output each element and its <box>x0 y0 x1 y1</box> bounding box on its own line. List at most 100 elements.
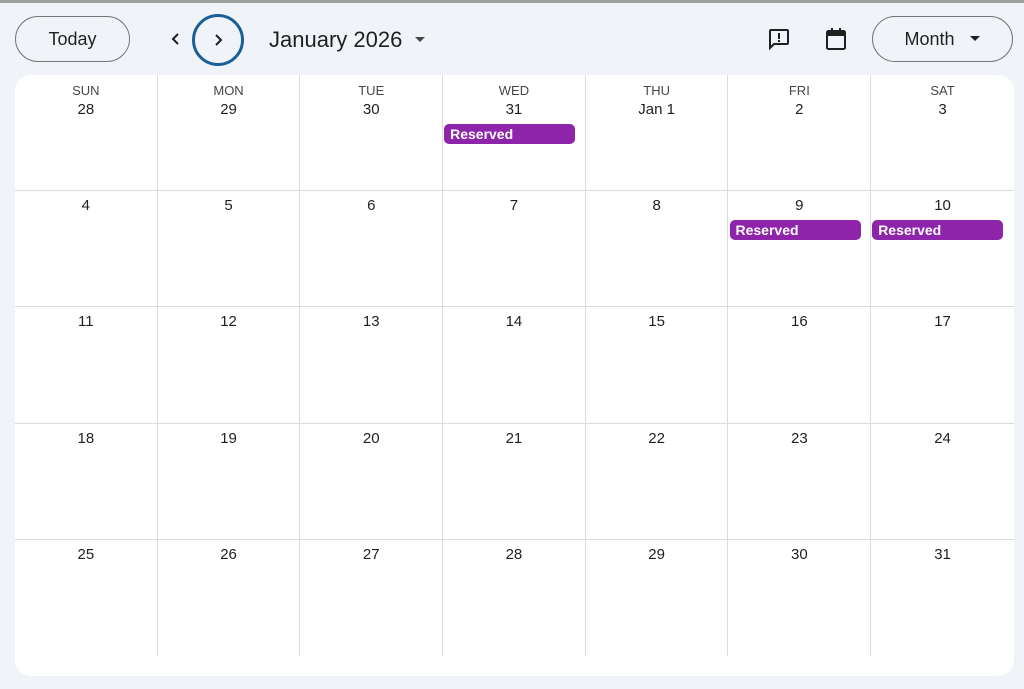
day-cell[interactable]: FRI 2 <box>729 75 872 191</box>
day-number[interactable]: 13 <box>300 313 442 330</box>
next-month-button[interactable] <box>192 14 244 66</box>
month-title: January 2026 <box>269 27 403 52</box>
calendar-toolbar: Today January 2026 Month <box>0 3 1024 75</box>
date-picker-button[interactable] <box>816 19 856 59</box>
week-row: 11 12 13 14 15 16 17 <box>15 307 1014 424</box>
day-cell[interactable]: 23 <box>729 423 872 539</box>
weekday-label: MON <box>213 83 244 98</box>
day-number[interactable]: 4 <box>15 197 157 214</box>
event-chip[interactable]: Reserved <box>444 124 576 144</box>
day-cell[interactable]: 22 <box>586 423 729 539</box>
day-cell[interactable]: 31 <box>871 540 1014 656</box>
feedback-button[interactable] <box>759 19 799 59</box>
event-chip[interactable]: Reserved <box>872 220 1004 241</box>
day-number[interactable]: 16 <box>729 313 871 330</box>
week-row: 18 19 20 21 22 23 24 <box>15 423 1014 540</box>
day-cell[interactable]: 27 <box>300 539 444 656</box>
day-cell[interactable]: 20 <box>300 423 444 539</box>
day-number[interactable]: 12 <box>158 313 300 330</box>
day-cell[interactable]: 18 <box>15 423 158 539</box>
day-number[interactable]: 14 <box>443 313 585 330</box>
weekday-label: THU <box>643 83 670 98</box>
day-cell[interactable]: 29 <box>586 539 729 656</box>
day-cell[interactable]: SUN 28 <box>15 75 158 191</box>
month-selector[interactable]: January 2026 <box>269 25 426 55</box>
caret-down-icon <box>415 37 426 42</box>
feedback-icon <box>769 29 789 51</box>
chevron-left-icon <box>171 33 179 45</box>
day-number[interactable]: 2 <box>729 101 871 118</box>
day-cell[interactable]: 16 <box>729 307 872 423</box>
day-cell[interactable]: 8 <box>586 191 729 307</box>
weekday-label: WED <box>498 83 530 98</box>
day-number[interactable]: 23 <box>729 430 871 447</box>
day-number[interactable]: 11 <box>15 313 157 330</box>
day-cell[interactable]: 17 <box>871 307 1014 422</box>
day-cell[interactable]: 25 <box>15 539 158 656</box>
day-number[interactable]: 31 <box>871 546 1014 563</box>
day-number[interactable]: 20 <box>300 430 442 447</box>
day-cell[interactable]: 7 <box>443 191 586 307</box>
chevron-right-icon <box>215 34 223 46</box>
day-number[interactable]: 22 <box>586 430 728 447</box>
month-grid: SUN 28 MON 29 TUE 30 WED 31 Reserved THU Jan 1 FRI 2… <box>15 75 1014 676</box>
week-row: 4 5 6 7 8 9 Reserved 10 Reserved <box>15 191 1014 308</box>
day-cell[interactable]: TUE 30 <box>300 75 444 191</box>
day-number[interactable]: 17 <box>871 313 1014 330</box>
day-number[interactable]: 21 <box>443 430 585 447</box>
weekday-label: TUE <box>358 83 385 98</box>
day-number[interactable]: 18 <box>15 430 157 447</box>
day-cell[interactable]: 19 <box>158 423 301 539</box>
day-number[interactable]: 6 <box>300 197 442 214</box>
day-cell[interactable]: WED 31 Reserved <box>443 75 586 191</box>
day-cell[interactable]: 12 <box>158 307 301 423</box>
day-number[interactable]: 10 <box>871 197 1014 214</box>
day-number[interactable]: 8 <box>586 197 728 214</box>
day-number[interactable]: 27 <box>300 546 442 563</box>
day-cell[interactable]: 28 <box>443 539 586 656</box>
day-number[interactable]: 28 <box>443 546 585 563</box>
day-number[interactable]: 29 <box>586 546 728 563</box>
day-number[interactable]: 24 <box>871 430 1014 447</box>
day-number[interactable]: Jan 1 <box>586 101 728 118</box>
day-number[interactable]: 26 <box>158 546 300 563</box>
caret-down-icon <box>969 36 980 41</box>
day-number[interactable]: 7 <box>443 197 585 214</box>
today-button[interactable]: Today <box>15 16 130 62</box>
day-cell[interactable]: 5 <box>158 191 301 307</box>
day-cell[interactable]: SAT 3 <box>871 75 1014 190</box>
weekday-label: SUN <box>72 83 100 98</box>
day-number[interactable]: 15 <box>586 313 728 330</box>
day-cell[interactable]: 24 <box>871 424 1014 539</box>
event-chip[interactable]: Reserved <box>729 220 861 241</box>
day-number[interactable]: 19 <box>158 430 300 447</box>
day-number[interactable]: 25 <box>15 546 157 563</box>
day-number[interactable]: 3 <box>871 101 1014 118</box>
day-cell[interactable]: 14 <box>443 307 586 423</box>
day-cell[interactable]: 10 Reserved <box>871 191 1014 306</box>
day-cell[interactable]: 13 <box>300 307 444 423</box>
weekday-label: SAT <box>930 83 955 98</box>
view-label: Month <box>904 28 955 49</box>
day-cell[interactable]: 30 <box>729 539 872 656</box>
day-cell[interactable]: THU Jan 1 <box>586 75 729 191</box>
day-cell[interactable]: 9 Reserved <box>729 191 872 307</box>
day-number[interactable]: 31 <box>443 101 585 118</box>
week-row: 25 26 27 28 29 30 31 <box>15 539 1014 656</box>
day-cell[interactable]: 26 <box>158 539 301 656</box>
previous-month-button[interactable] <box>157 17 195 61</box>
day-number[interactable]: 30 <box>300 101 442 118</box>
day-number[interactable]: 9 <box>729 197 871 214</box>
day-number[interactable]: 29 <box>158 101 300 118</box>
day-cell[interactable]: 21 <box>443 423 586 539</box>
day-cell[interactable]: MON 29 <box>158 75 301 191</box>
day-cell[interactable]: 15 <box>586 307 729 423</box>
day-cell[interactable]: 4 <box>15 191 158 307</box>
week-row: SUN 28 MON 29 TUE 30 WED 31 Reserved THU Jan 1 FRI 2… <box>15 75 1014 192</box>
day-number[interactable]: 5 <box>158 197 300 214</box>
day-number[interactable]: 30 <box>729 546 871 563</box>
view-selector-button[interactable]: Month <box>872 16 1013 62</box>
day-cell[interactable]: 6 <box>300 191 444 307</box>
day-cell[interactable]: 11 <box>15 307 158 423</box>
day-number[interactable]: 28 <box>15 101 157 118</box>
